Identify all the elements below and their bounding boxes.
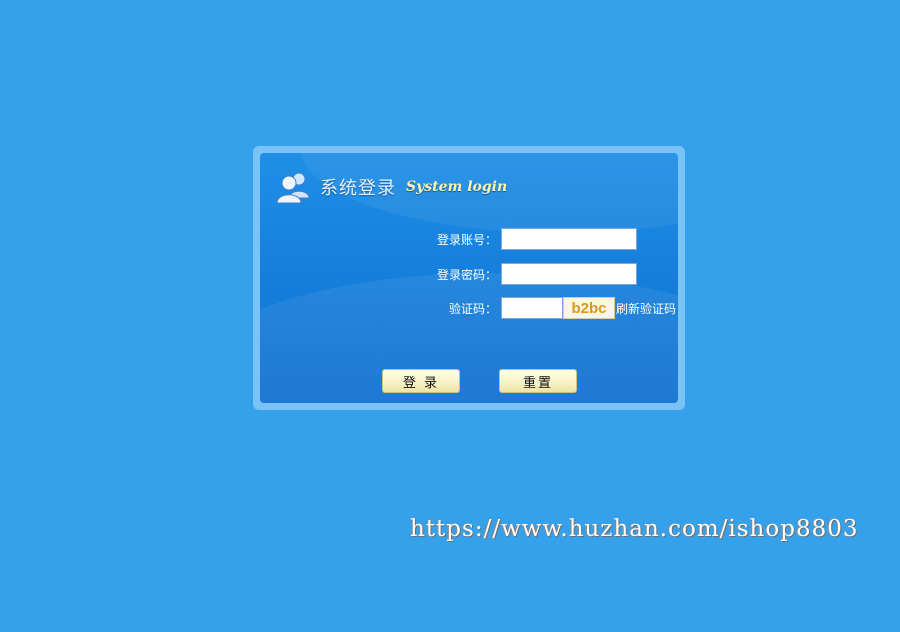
login-header: 系统登录 System login	[276, 167, 507, 207]
account-row: 登录账号：	[260, 228, 637, 250]
captcha-input[interactable]	[501, 297, 563, 319]
captcha-image-text: b2bc	[571, 299, 607, 317]
captcha-label: 验证码：	[448, 301, 497, 316]
users-icon	[276, 172, 310, 204]
watermark-url: https://www.huzhan.com/ishop8803	[410, 516, 859, 542]
login-title: 系统登录	[320, 178, 396, 199]
password-label: 登录密码：	[436, 267, 497, 282]
page-background: 系统登录 System login 登录账号： 登录密码： 验证码： b2bc …	[0, 0, 900, 632]
decorative-swoosh	[260, 273, 678, 403]
refresh-captcha-link[interactable]: 刷新验证码	[616, 300, 676, 317]
captcha-image[interactable]: b2bc	[563, 297, 615, 319]
password-row: 登录密码：	[260, 263, 637, 285]
account-input[interactable]	[501, 228, 637, 250]
login-button[interactable]: 登 录	[382, 369, 460, 393]
password-input[interactable]	[501, 263, 637, 285]
login-frame: 系统登录 System login 登录账号： 登录密码： 验证码： b2bc …	[253, 146, 685, 410]
login-panel: 系统登录 System login 登录账号： 登录密码： 验证码： b2bc …	[260, 153, 678, 403]
login-title-english: System login	[406, 179, 508, 195]
account-label: 登录账号：	[436, 232, 497, 247]
reset-button[interactable]: 重置	[499, 369, 577, 393]
captcha-row: 验证码： b2bc 刷新验证码	[260, 297, 676, 319]
